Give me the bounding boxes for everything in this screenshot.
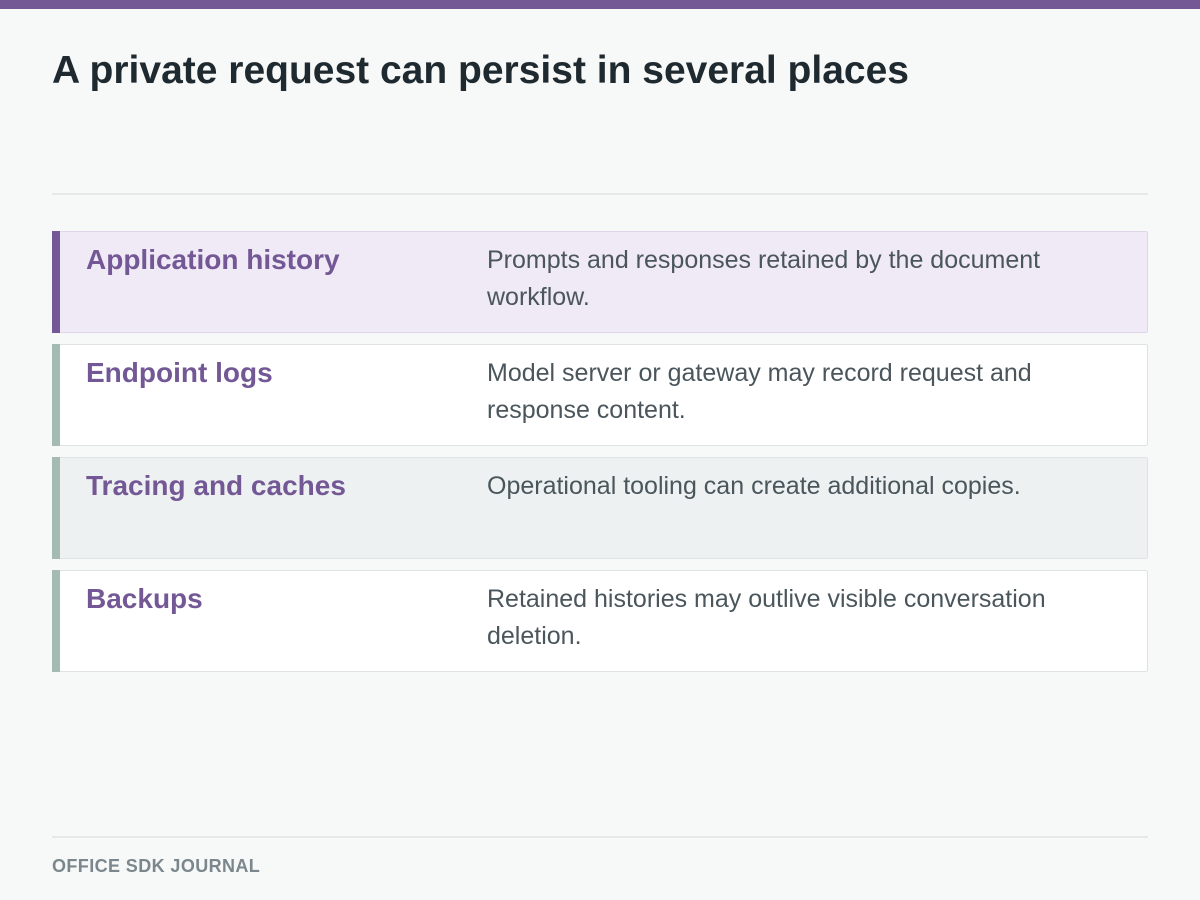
page-title: A private request can persist in several… [52,49,909,92]
top-accent-bar [0,0,1200,9]
title-divider [52,193,1148,195]
row-accent-bar [52,570,60,672]
footer-publication-name: OFFICE SDK JOURNAL [52,856,261,876]
row-accent-bar [52,457,60,559]
footer-divider [52,836,1148,838]
list-item-tracing-and-caches: Tracing and caches Operational tooling c… [52,457,1148,559]
row-accent-bar [52,231,60,333]
storage-locations-list: Application history Prompts and response… [52,231,1148,683]
row-label: Endpoint logs [86,357,273,388]
list-item-application-history: Application history Prompts and response… [52,231,1148,333]
row-description: Model server or gateway may record reque… [487,359,1032,424]
row-accent-bar [52,344,60,446]
row-description: Operational tooling can create additiona… [487,472,1021,500]
row-label: Tracing and caches [86,470,346,501]
list-item-endpoint-logs: Endpoint logs Model server or gateway ma… [52,344,1148,446]
row-label: Application history [86,244,340,275]
row-description: Prompts and responses retained by the do… [487,246,1041,311]
row-label: Backups [86,583,203,614]
list-item-backups: Backups Retained histories may outlive v… [52,570,1148,672]
row-description: Retained histories may outlive visible c… [487,585,1046,650]
